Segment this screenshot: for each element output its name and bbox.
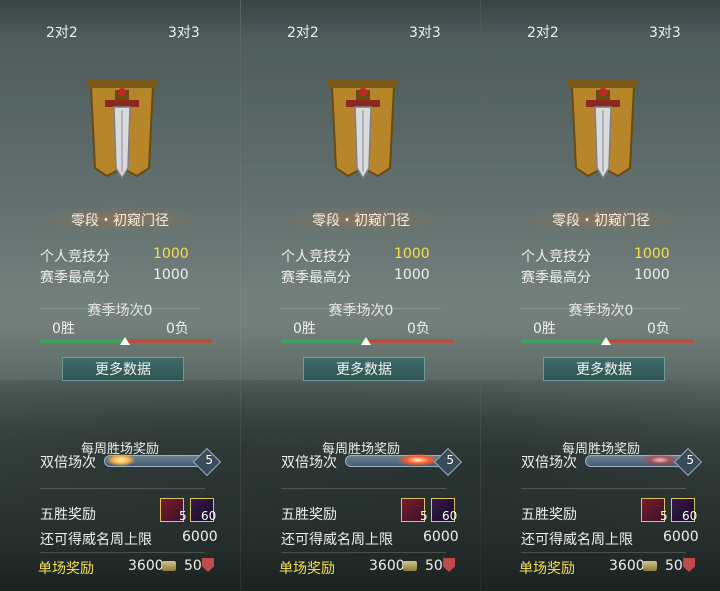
reward-divider bbox=[40, 488, 205, 489]
season-high-value: 1000 bbox=[153, 267, 189, 283]
personal-score-value: 1000 bbox=[394, 246, 430, 262]
five-win-reward-label: 五胜奖励 bbox=[40, 507, 96, 523]
mode-tabs: 2对2 3对3 bbox=[241, 0, 481, 42]
single-reward-honor: 50 bbox=[665, 558, 683, 574]
prestige-cap-label: 还可得威名周上限 bbox=[281, 532, 393, 548]
flame-icon bbox=[642, 454, 678, 466]
prestige-cap-value: 6000 bbox=[663, 529, 699, 545]
crystal-count: 60 bbox=[682, 509, 698, 523]
tab-3v3[interactable]: 3对3 bbox=[649, 22, 681, 42]
tab-3v3[interactable]: 3对3 bbox=[168, 22, 200, 42]
chest-count: 5 bbox=[179, 509, 187, 523]
double-count: 5 bbox=[446, 453, 454, 467]
single-reward-honor: 50 bbox=[184, 558, 202, 574]
chest-count: 5 bbox=[660, 509, 668, 523]
coin-icon bbox=[403, 561, 417, 571]
rank-name: 零段・初窥门径 bbox=[312, 213, 410, 229]
single-reward-label: 单场奖励 bbox=[38, 561, 94, 577]
ratio-marker-icon bbox=[120, 337, 130, 345]
season-high-label: 赛季最高分 bbox=[521, 270, 591, 286]
double-matches-bar: 5 bbox=[345, 447, 463, 477]
losses-count: 0负 bbox=[647, 321, 670, 337]
rank-banner-sword-icon bbox=[568, 80, 638, 180]
losses-count: 0负 bbox=[407, 321, 430, 337]
season-high-label: 赛季最高分 bbox=[281, 270, 351, 286]
chest-count: 5 bbox=[420, 509, 428, 523]
season-matches-label: 赛季场次0 bbox=[328, 303, 394, 319]
crystal-count: 60 bbox=[201, 509, 217, 523]
honor-shield-icon bbox=[443, 558, 455, 572]
prestige-cap-value: 6000 bbox=[182, 529, 218, 545]
coin-icon bbox=[643, 561, 657, 571]
single-reward-coin: 3600 bbox=[369, 558, 405, 574]
win-loss-ratio-bar bbox=[40, 337, 212, 345]
mode-tabs: 2对2 3对3 bbox=[481, 0, 720, 42]
crystal-count: 60 bbox=[442, 509, 458, 523]
rank-name: 零段・初窥门径 bbox=[71, 213, 169, 229]
ratio-marker-icon bbox=[601, 337, 611, 345]
mode-tabs: 2对2 3对3 bbox=[0, 0, 240, 42]
arena-panel-2: 2对2 3对3 零段・初窥门径 个人竞技分 1000 赛季最高分 1000 赛季… bbox=[240, 0, 481, 591]
honor-shield-icon bbox=[683, 558, 695, 572]
win-loss-ratio-bar bbox=[281, 337, 453, 345]
personal-score-label: 个人竞技分 bbox=[521, 249, 591, 265]
season-high-label: 赛季最高分 bbox=[40, 270, 110, 286]
five-win-reward-label: 五胜奖励 bbox=[521, 507, 577, 523]
tab-2v2[interactable]: 2对2 bbox=[527, 22, 559, 42]
double-matches-bar: 5 bbox=[104, 447, 222, 477]
wins-count: 0胜 bbox=[293, 321, 316, 337]
win-loss-ratio-bar bbox=[521, 337, 693, 345]
flame-icon bbox=[398, 454, 438, 466]
flame-icon bbox=[107, 454, 135, 466]
double-matches-label: 双倍场次 bbox=[40, 455, 96, 471]
more-data-button[interactable]: 更多数据 bbox=[303, 357, 425, 381]
more-data-button[interactable]: 更多数据 bbox=[543, 357, 665, 381]
season-high-value: 1000 bbox=[634, 267, 670, 283]
prestige-cap-label: 还可得威名周上限 bbox=[521, 532, 633, 548]
season-matches: 赛季场次0 bbox=[0, 300, 240, 320]
double-count: 5 bbox=[686, 453, 694, 467]
season-matches-label: 赛季场次0 bbox=[568, 303, 634, 319]
season-matches: 赛季场次0 bbox=[481, 300, 720, 320]
single-reward-coin: 3600 bbox=[609, 558, 645, 574]
reward-divider bbox=[281, 488, 446, 489]
tab-2v2[interactable]: 2对2 bbox=[287, 22, 319, 42]
tab-2v2[interactable]: 2对2 bbox=[46, 22, 78, 42]
wins-count: 0胜 bbox=[533, 321, 556, 337]
double-matches-label: 双倍场次 bbox=[281, 455, 337, 471]
losses-count: 0负 bbox=[166, 321, 189, 337]
double-count: 5 bbox=[205, 453, 213, 467]
arena-panel-3: 2对2 3对3 零段・初窥门径 个人竞技分 1000 赛季最高分 1000 赛季… bbox=[480, 0, 720, 591]
single-reward-honor: 50 bbox=[425, 558, 443, 574]
coin-icon bbox=[162, 561, 176, 571]
personal-score-label: 个人竞技分 bbox=[281, 249, 351, 265]
personal-score-value: 1000 bbox=[153, 246, 189, 262]
single-reward-label: 单场奖励 bbox=[519, 561, 575, 577]
season-matches: 赛季场次0 bbox=[241, 300, 481, 320]
rank-name: 零段・初窥门径 bbox=[552, 213, 650, 229]
reward-divider bbox=[521, 552, 686, 553]
single-reward-label: 单场奖励 bbox=[279, 561, 335, 577]
season-matches-label: 赛季场次0 bbox=[87, 303, 153, 319]
season-high-value: 1000 bbox=[394, 267, 430, 283]
rank-banner-sword-icon bbox=[328, 80, 398, 180]
reward-divider bbox=[521, 488, 686, 489]
honor-shield-icon bbox=[202, 558, 214, 572]
wins-count: 0胜 bbox=[52, 321, 75, 337]
prestige-cap-value: 6000 bbox=[423, 529, 459, 545]
reward-divider bbox=[40, 552, 205, 553]
single-reward-coin: 3600 bbox=[128, 558, 164, 574]
personal-score-label: 个人竞技分 bbox=[40, 249, 110, 265]
rank-banner-sword-icon bbox=[87, 80, 157, 180]
prestige-cap-label: 还可得威名周上限 bbox=[40, 532, 152, 548]
double-matches-bar: 5 bbox=[585, 447, 703, 477]
double-matches-label: 双倍场次 bbox=[521, 455, 577, 471]
tab-3v3[interactable]: 3对3 bbox=[409, 22, 441, 42]
reward-divider bbox=[281, 552, 446, 553]
more-data-button[interactable]: 更多数据 bbox=[62, 357, 184, 381]
ratio-marker-icon bbox=[361, 337, 371, 345]
personal-score-value: 1000 bbox=[634, 246, 670, 262]
five-win-reward-label: 五胜奖励 bbox=[281, 507, 337, 523]
arena-panel-1: 2对2 3对3 零段・初窥门径 个人竞技分 1000 赛季最高分 1000 赛季… bbox=[0, 0, 240, 591]
